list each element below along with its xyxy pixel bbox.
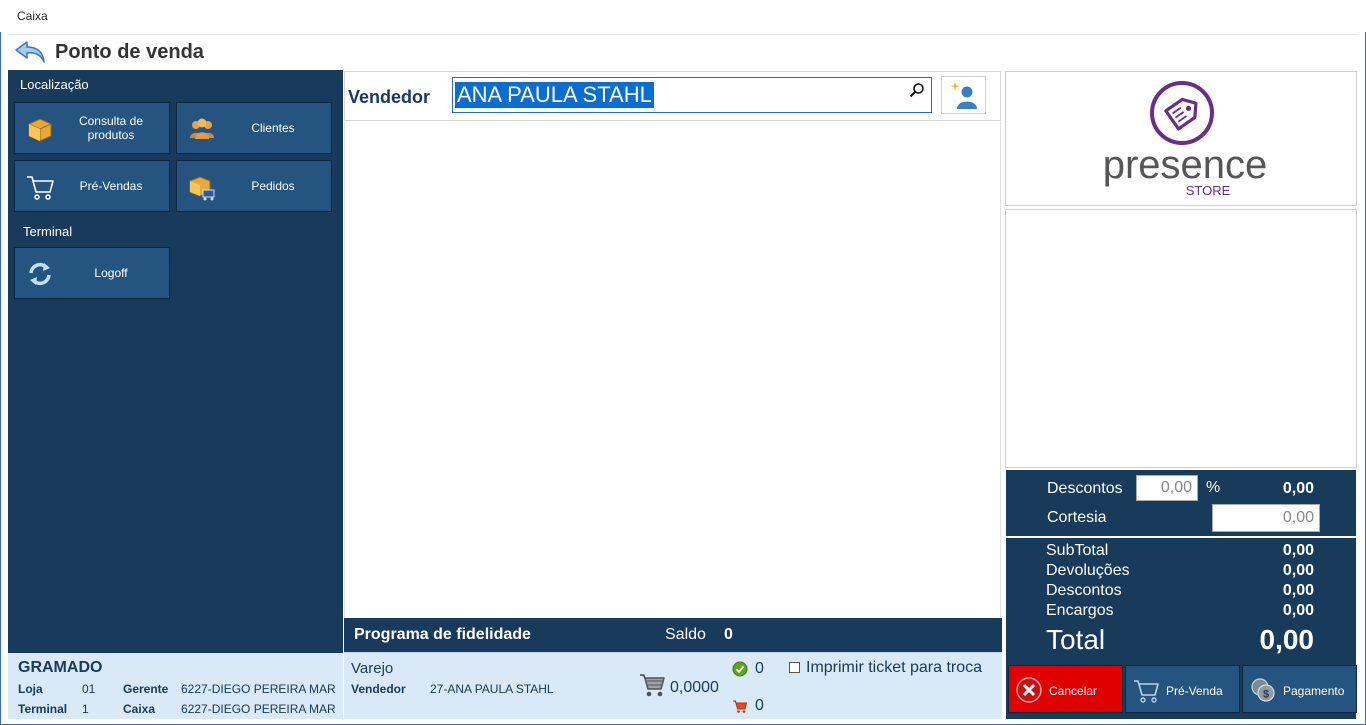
points-amount: 0,0000: [670, 679, 719, 696]
totals-panel: SubTotal 0,00 Devoluções 0,00 Descontos …: [1006, 538, 1356, 662]
percent-sign: %: [1206, 479, 1221, 496]
cart-icon: [27, 176, 54, 200]
terminal-row: Terminal 1 Caixa 6227-DIEGO PEREIRA MAR: [18, 702, 338, 716]
total-value: 0,00: [1259, 624, 1315, 655]
imprimir-ticket-label[interactable]: Imprimir ticket para troca: [806, 659, 982, 677]
store-logo-box: presence STORE: [1005, 71, 1357, 206]
loja-row: Loja 01 Gerente 6227-DIEGO PEREIRA MAR: [18, 682, 338, 696]
imprimir-ticket-checkbox[interactable]: [789, 662, 800, 673]
small-cart-icon: [733, 700, 748, 713]
check-icon: [732, 661, 748, 677]
subtotal-label: SubTotal: [1046, 542, 1109, 559]
logo-wordmark: presence: [1103, 143, 1268, 187]
terminal-value: 1: [82, 702, 89, 716]
items-area[interactable]: [344, 122, 1001, 618]
discounts-panel: Descontos 0,00 % 0,00 Cortesia 0,00: [1006, 470, 1356, 536]
cortesia-label: Cortesia: [1047, 509, 1107, 526]
sale-vendedor-key: Vendedor: [351, 682, 406, 696]
cortesia-input[interactable]: 0,00: [1212, 504, 1320, 532]
box-icon: [28, 118, 52, 142]
page-header: Ponto de venda: [8, 34, 1358, 70]
cart-icon: [1134, 680, 1159, 703]
svg-text:$: $: [1263, 689, 1269, 701]
action-buttons: Cancelar Pré-Venda $ Pagamento: [1006, 662, 1357, 719]
sale-vendedor-value: 27-ANA PAULA STAHL: [430, 682, 554, 696]
loja-key: Loja: [18, 682, 43, 696]
presence-store-logo: presence STORE: [1103, 81, 1268, 198]
pre-venda-label: Pré-Venda: [1166, 684, 1223, 698]
pedidos-label: Pedidos: [251, 179, 295, 193]
loja-value: 01: [82, 682, 96, 696]
sale-info-panel: Varejo Vendedor 27-ANA PAULA STAHL 0,000…: [344, 652, 1002, 719]
devolucoes-value: 0,00: [1282, 562, 1314, 579]
caixa-value: 6227-DIEGO PEREIRA MAR: [181, 702, 336, 716]
encargos-value: 0,00: [1282, 602, 1314, 619]
descontos-label: Descontos: [1047, 480, 1123, 497]
logo-subtext: STORE: [1186, 183, 1231, 198]
window-title: Caixa: [17, 9, 48, 23]
caixa-key: Caixa: [123, 702, 156, 716]
vendedor-input-value: ANA PAULA STAHL: [455, 82, 654, 108]
descontos-percent-input[interactable]: 0,00: [1136, 475, 1198, 501]
descontos-total-value: 0,00: [1282, 582, 1314, 599]
search-icon[interactable]: [909, 82, 925, 98]
logoff-button[interactable]: Logoff: [14, 247, 170, 299]
consulta-produtos-label: Consulta de produtos: [78, 114, 144, 142]
pagamento-button[interactable]: $ Pagamento: [1242, 665, 1357, 713]
total-label: Total: [1046, 624, 1106, 655]
descontos-total-label: Descontos: [1046, 582, 1122, 599]
add-vendedor-button[interactable]: [941, 76, 986, 114]
cancelar-button[interactable]: Cancelar: [1008, 665, 1123, 713]
terminal-label: Terminal: [23, 224, 73, 239]
pagamento-label: Pagamento: [1283, 684, 1345, 698]
devolucoes-label: Devoluções: [1046, 562, 1130, 579]
box-cart-icon: [189, 176, 215, 201]
store-city: GRAMADO: [18, 659, 103, 676]
new-user-icon: [950, 82, 977, 109]
vendedor-bar: Vendedor ANA PAULA STAHL: [344, 71, 1001, 121]
gerente-value: 6227-DIEGO PEREIRA MAR: [181, 682, 336, 696]
left-panel: Localização Consulta de produtos Cliente…: [8, 70, 343, 653]
fidelidade-title: Programa de fidelidade: [354, 626, 531, 643]
cancelar-label: Cancelar: [1049, 684, 1098, 698]
vendedor-label: Vendedor: [348, 87, 431, 107]
subtotal-value: 0,00: [1282, 542, 1314, 559]
cart-icon: [640, 674, 665, 697]
fidelidade-bar: Programa de fidelidade Saldo 0: [344, 618, 1002, 652]
store-info-panel: GRAMADO Loja 01 Gerente 6227-DIEGO PEREI…: [8, 653, 343, 719]
consulta-produtos-button[interactable]: Consulta de produtos: [14, 102, 170, 154]
saldo-value: 0: [724, 626, 733, 643]
pedidos-button[interactable]: Pedidos: [176, 160, 332, 212]
descontos-value: 0,00: [1282, 480, 1314, 497]
pre-vendas-button[interactable]: Pré-Vendas: [14, 160, 170, 212]
price-table-label: Varejo: [351, 660, 394, 677]
encargos-label: Encargos: [1046, 602, 1114, 619]
cart-count: 0: [755, 697, 764, 714]
title-bar: Caixa: [0, 0, 1366, 32]
localizacao-label: Localização: [20, 77, 89, 92]
back-arrow-icon[interactable]: [13, 39, 47, 65]
terminal-key: Terminal: [18, 702, 68, 716]
saldo-label: Saldo: [665, 626, 706, 643]
pre-vendas-label: Pré-Vendas: [79, 179, 143, 193]
cancel-icon: [1016, 677, 1042, 703]
ok-count: 0: [755, 660, 764, 677]
product-image-box: [1005, 209, 1357, 468]
clientes-button[interactable]: Clientes: [176, 102, 332, 154]
vendedor-input[interactable]: ANA PAULA STAHL: [452, 77, 932, 113]
pre-venda-button[interactable]: Pré-Venda: [1125, 665, 1240, 713]
gerente-key: Gerente: [123, 682, 169, 696]
clientes-label: Clientes: [251, 121, 295, 135]
coins-icon: $: [1251, 678, 1275, 702]
logoff-label: Logoff: [94, 266, 128, 280]
people-icon: [190, 118, 214, 139]
refresh-icon: [29, 262, 51, 286]
page-title: Ponto de venda: [55, 41, 204, 63]
